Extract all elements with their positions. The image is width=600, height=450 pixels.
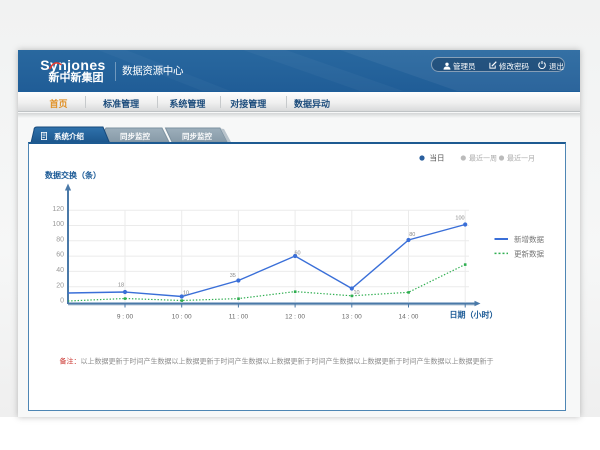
svg-text:10: 10 (353, 290, 359, 296)
svg-text:10: 10 (183, 291, 189, 297)
svg-text:新增数据: 新增数据 (514, 234, 544, 244)
svg-text:最近一月: 最近一月 (507, 154, 535, 163)
svg-text:80: 80 (56, 236, 64, 243)
svg-text:120: 120 (52, 206, 64, 213)
svg-text:40: 40 (56, 267, 64, 274)
svg-text:13 : 00: 13 : 00 (342, 314, 362, 321)
svg-text:当日: 当日 (430, 153, 445, 163)
svg-text:10 : 00: 10 : 00 (172, 314, 192, 321)
svg-text:18: 18 (118, 283, 124, 289)
svg-text:数据交换（条）: 数据交换（条） (45, 170, 101, 180)
svg-text:35: 35 (230, 273, 236, 279)
svg-text:14 : 00: 14 : 00 (399, 314, 419, 321)
svg-text:12 : 00: 12 : 00 (285, 314, 305, 321)
svg-text:60: 60 (294, 251, 300, 257)
svg-text:备注：以上数据更新于时间产生数据以上数据更新于时间产生数据以: 备注：以上数据更新于时间产生数据以上数据更新于时间产生数据以上数据更新于时间产生… (60, 357, 494, 366)
svg-text:0: 0 (60, 298, 64, 305)
svg-text:9 : 00: 9 : 00 (117, 314, 134, 321)
svg-text:20: 20 (56, 282, 64, 289)
svg-text:60: 60 (56, 252, 64, 259)
svg-text:日期（小时）: 日期（小时） (450, 310, 498, 320)
svg-text:100: 100 (455, 216, 464, 222)
svg-text:更新数据: 更新数据 (514, 248, 544, 258)
svg-text:最近一周: 最近一周 (469, 154, 497, 163)
svg-text:80: 80 (409, 232, 415, 238)
svg-text:11 : 00: 11 : 00 (229, 314, 249, 321)
svg-text:100: 100 (52, 221, 64, 228)
